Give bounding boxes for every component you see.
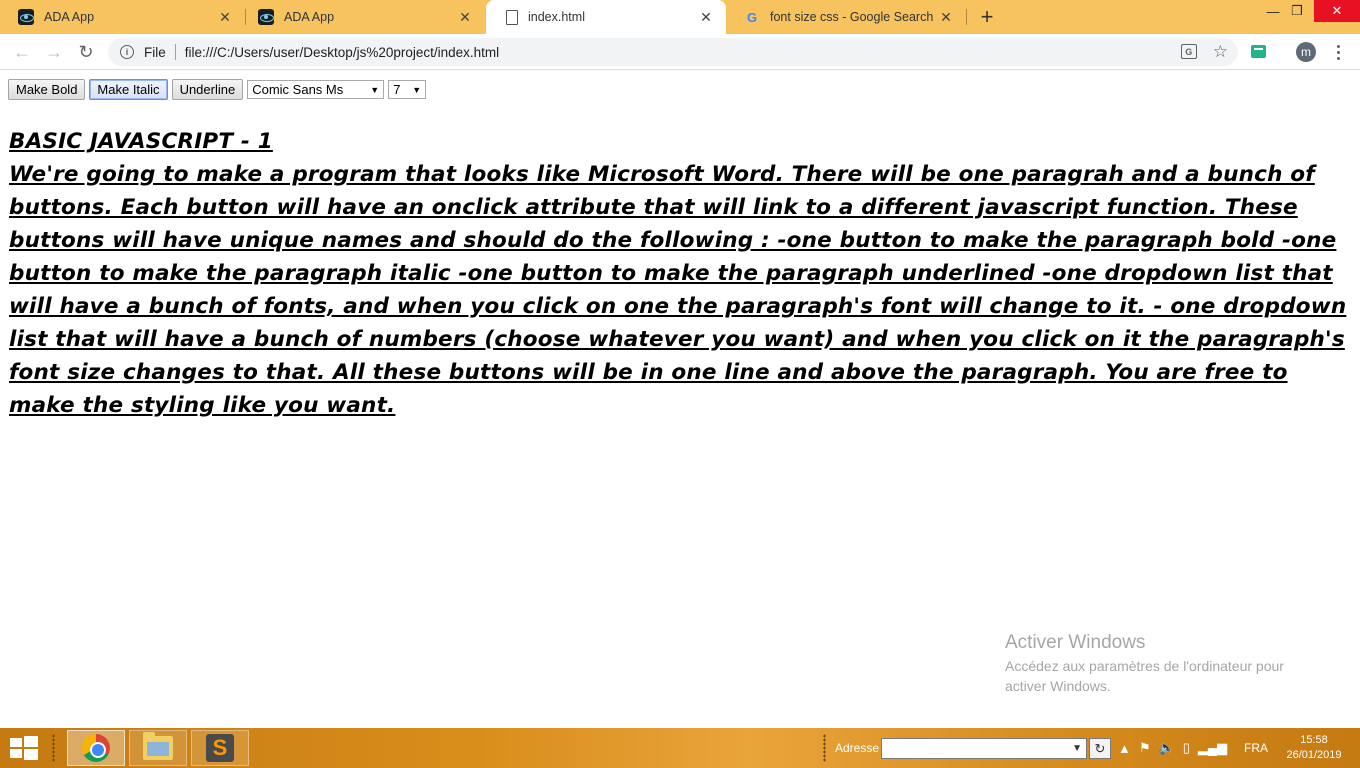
taskbar-grip[interactable]: [823, 734, 826, 762]
back-button[interactable]: ←: [10, 40, 34, 64]
tab-title: font size css - Google Search: [770, 10, 934, 24]
page-content: Make Bold Make Italic Underline Comic Sa…: [0, 71, 1360, 728]
close-icon[interactable]: ✕: [938, 9, 954, 25]
make-italic-button[interactable]: Make Italic: [89, 79, 168, 100]
dropdown-arrow-icon: ▼: [412, 84, 422, 95]
language-indicator[interactable]: FRA: [1244, 741, 1268, 755]
taskbar-explorer-button[interactable]: [129, 730, 187, 766]
network-signal-icon[interactable]: ▂▄▆: [1198, 740, 1227, 756]
divider: [174, 44, 176, 60]
system-tray: ▲ ⚑ 🔈 ▯ ▂▄▆: [1118, 740, 1227, 756]
watermark-line-1: Accédez aux paramètres de l'ordinateur p…: [1005, 658, 1284, 674]
info-icon[interactable]: i: [120, 45, 134, 59]
document-paragraph: BASIC JAVASCRIPT - 1 We're going to make…: [9, 125, 1354, 422]
new-tab-button[interactable]: +: [976, 6, 998, 28]
extension-icon[interactable]: [1251, 45, 1266, 58]
document-heading: BASIC JAVASCRIPT - 1: [9, 129, 273, 154]
tab-strip: ADA App ✕ ADA App ✕ index.html ✕ G font …: [0, 0, 1360, 34]
reload-button[interactable]: ↻: [74, 40, 98, 64]
tab-title: ADA App: [44, 10, 95, 24]
tab-title: ADA App: [284, 10, 335, 24]
font-family-select[interactable]: Comic Sans Ms ▼: [247, 80, 385, 99]
scheme-chip: File: [144, 44, 166, 60]
font-family-value: Comic Sans Ms: [252, 82, 344, 97]
taskbar-sublime-button[interactable]: S: [191, 730, 249, 766]
font-size-value: 7: [393, 82, 401, 97]
windows-start-icon[interactable]: [10, 736, 38, 760]
font-size-select[interactable]: 7 ▼: [388, 80, 427, 99]
activation-watermark: Activer Windows Accédez aux paramètres d…: [1005, 632, 1284, 696]
taskbar-chrome-button[interactable]: [67, 730, 125, 766]
document-icon: [506, 9, 518, 25]
action-center-flag-icon[interactable]: ⚑: [1139, 740, 1151, 756]
taskbar-grip[interactable]: [52, 734, 55, 762]
close-icon[interactable]: ✕: [698, 9, 714, 25]
formatting-controls: Make Bold Make Italic Underline Comic Sa…: [8, 79, 427, 100]
tab-title: index.html: [528, 10, 585, 24]
watermark-title: Activer Windows: [1005, 632, 1146, 653]
taskbar: S Adresse ▼ ↻ ▲ ⚑ 🔈 ▯ ▂▄▆ FRA 15:58 26/0…: [0, 728, 1360, 768]
make-bold-button[interactable]: Make Bold: [8, 79, 86, 100]
address-toolbar-label: Adresse: [835, 741, 880, 755]
show-hidden-icons-icon[interactable]: ▲: [1118, 741, 1131, 756]
google-icon: G: [746, 9, 758, 25]
watermark-line-2: activer Windows.: [1005, 678, 1111, 694]
forward-button[interactable]: →: [42, 40, 66, 64]
profile-avatar[interactable]: m: [1296, 42, 1316, 62]
dropdown-arrow-icon: ▼: [370, 84, 380, 95]
document-body: We're going to make a program that looks…: [9, 162, 1347, 418]
window-close-button[interactable]: ✕: [1314, 0, 1360, 22]
underline-button[interactable]: Underline: [171, 79, 244, 100]
volume-icon[interactable]: 🔈: [1159, 740, 1175, 756]
react-icon: [18, 9, 34, 25]
clock-date: 26/01/2019: [1286, 749, 1342, 761]
restore-button[interactable]: ❐: [1280, 0, 1314, 22]
clock[interactable]: 15:58 26/01/2019: [1280, 733, 1348, 763]
close-icon[interactable]: ✕: [457, 9, 473, 25]
close-icon[interactable]: ✕: [217, 9, 233, 25]
bookmark-star-icon[interactable]: ☆: [1213, 43, 1228, 60]
menu-icon[interactable]: [1330, 42, 1346, 62]
power-icon[interactable]: ▯: [1183, 740, 1190, 756]
chrome-icon: [82, 734, 110, 762]
tab-ada-app-1[interactable]: ADA App ✕: [0, 0, 245, 34]
react-icon: [258, 9, 274, 25]
address-toolbar-input[interactable]: ▼: [881, 738, 1087, 759]
tab-index-html[interactable]: index.html ✕: [486, 0, 726, 34]
clock-time: 15:58: [1300, 734, 1328, 746]
chevron-down-icon[interactable]: ▼: [1072, 743, 1082, 754]
browser-toolbar: ← → ↻ i File file:///C:/Users/user/Deskt…: [0, 34, 1360, 70]
tab-google-search[interactable]: G font size css - Google Search ✕: [726, 0, 966, 34]
sublime-text-icon: S: [206, 734, 234, 762]
tab-ada-app-2[interactable]: ADA App ✕: [240, 0, 485, 34]
tab-divider: [966, 9, 967, 25]
translate-icon[interactable]: G: [1180, 44, 1197, 59]
folder-icon: [143, 732, 173, 760]
address-bar[interactable]: i File file:///C:/Users/user/Desktop/js%…: [108, 38, 1238, 66]
address-go-button[interactable]: ↻: [1089, 738, 1111, 759]
url-text[interactable]: file:///C:/Users/user/Desktop/js%20proje…: [185, 45, 499, 60]
